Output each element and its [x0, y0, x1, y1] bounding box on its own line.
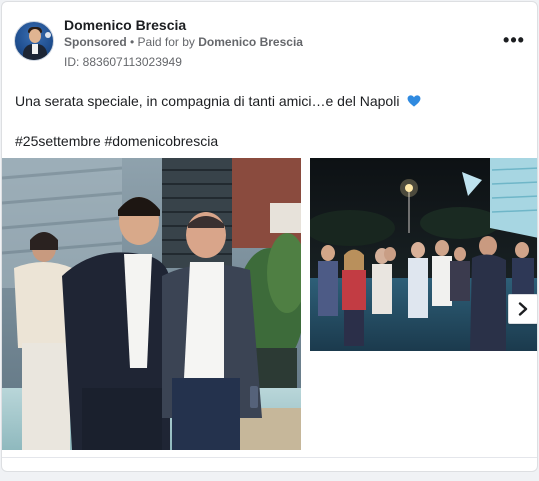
carousel-next-button[interactable]	[508, 294, 537, 324]
advertiser-avatar[interactable]	[14, 21, 54, 61]
avatar-face	[29, 29, 41, 43]
post-text: Una serata speciale, in compagnia di tan…	[15, 93, 421, 109]
meta-separator: •	[126, 35, 138, 49]
ad-meta: Sponsored • Paid for by Domenico Brescia	[64, 35, 303, 49]
more-horizontal-icon: •••	[503, 30, 525, 50]
sponsored-label: Sponsored	[64, 35, 127, 49]
ad-id: ID: 883607113023949	[64, 55, 182, 69]
post-text-line: Una serata speciale, in compagnia di tan…	[15, 93, 400, 109]
avatar-shirt	[32, 44, 38, 54]
photo-party-crowd	[310, 158, 537, 351]
blue-heart-icon	[407, 95, 421, 107]
chevron-right-icon	[518, 302, 528, 316]
avatar-logo	[45, 32, 51, 38]
carousel-image-1[interactable]	[2, 158, 301, 450]
photo-two-men	[2, 158, 301, 450]
more-options-button[interactable]: •••	[503, 30, 525, 50]
ad-card: Domenico Brescia Sponsored • Paid for by…	[1, 1, 538, 472]
card-footer-divider	[2, 457, 537, 458]
advertiser-name[interactable]: Domenico Brescia	[64, 17, 186, 33]
paid-for-prefix: Paid for by	[137, 35, 199, 49]
post-hashtags[interactable]: #25settembre #domenicobrescia	[15, 133, 218, 149]
ad-header: Domenico Brescia Sponsored • Paid for by…	[14, 14, 529, 74]
paid-for-name: Domenico Brescia	[198, 35, 303, 49]
carousel-image-2[interactable]	[310, 158, 537, 351]
